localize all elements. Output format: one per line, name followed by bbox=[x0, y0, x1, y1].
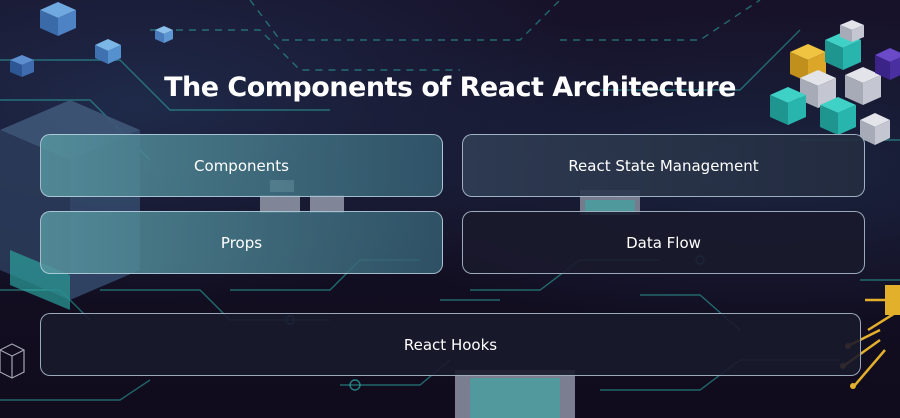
card-label: React State Management bbox=[568, 156, 759, 175]
card-props: Props bbox=[40, 211, 443, 274]
card-data-flow: Data Flow bbox=[462, 211, 865, 274]
card-label: Props bbox=[220, 233, 263, 252]
card-label: Data Flow bbox=[626, 233, 701, 252]
card-label: Components bbox=[194, 156, 289, 175]
card-components: Components bbox=[40, 134, 443, 197]
card-react-hooks: React Hooks bbox=[40, 313, 861, 376]
diagram-title: The Components of React Architecture bbox=[164, 72, 736, 103]
card-react-state-management: React State Management bbox=[462, 134, 865, 197]
card-label: React Hooks bbox=[403, 335, 498, 354]
diagram-canvas: The Components of React Architecture Com… bbox=[0, 0, 900, 418]
